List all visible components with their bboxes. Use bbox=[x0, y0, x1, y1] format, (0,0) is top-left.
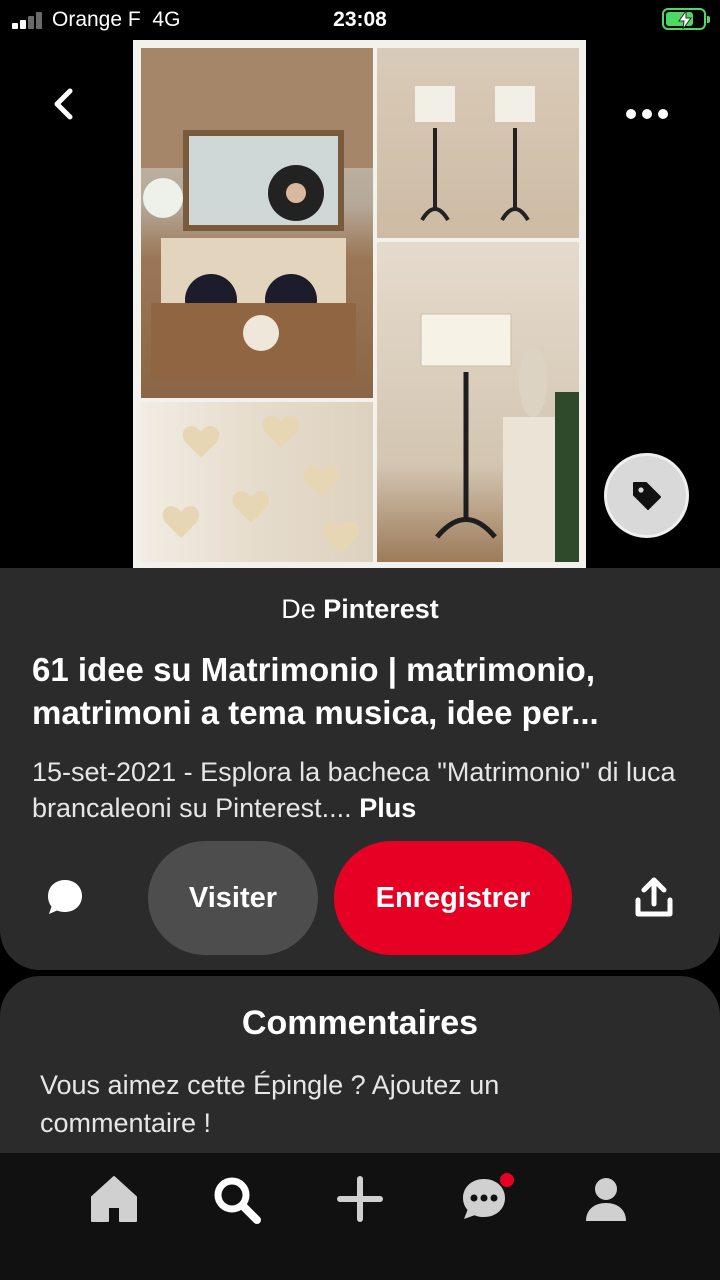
home-icon bbox=[91, 1176, 137, 1222]
back-button[interactable] bbox=[44, 85, 84, 125]
add-comment-prompt[interactable]: Vous aimez cette Épingle ? Ajoutez un co… bbox=[40, 1066, 600, 1142]
nav-search[interactable] bbox=[208, 1171, 264, 1227]
notification-dot bbox=[500, 1173, 514, 1187]
bottom-navigation bbox=[0, 1153, 720, 1280]
plus-icon bbox=[337, 1176, 383, 1222]
status-bar: Orange F 4G 23:08 bbox=[0, 0, 720, 40]
visit-button[interactable]: Visiter bbox=[148, 841, 318, 955]
nav-profile[interactable] bbox=[578, 1171, 634, 1227]
photo-record-box bbox=[141, 48, 373, 398]
source-name[interactable]: Pinterest bbox=[323, 594, 439, 624]
pin-source: De Pinterest bbox=[0, 594, 720, 625]
more-link[interactable]: Plus bbox=[359, 793, 416, 823]
pin-hero bbox=[0, 40, 720, 570]
more-options-button[interactable] bbox=[626, 102, 668, 126]
share-button[interactable] bbox=[632, 876, 676, 920]
save-button[interactable]: Enregistrer bbox=[334, 841, 572, 955]
share-icon bbox=[635, 877, 673, 917]
nav-home[interactable] bbox=[86, 1171, 142, 1227]
photo-music-stands-small bbox=[377, 48, 579, 238]
comment-bubble-icon bbox=[48, 880, 82, 914]
pin-description: 15-set-2021 - Esplora la bacheca "Matrim… bbox=[32, 754, 702, 826]
source-prefix: De bbox=[281, 594, 316, 624]
battery-charging-icon bbox=[662, 8, 710, 30]
nav-messages[interactable] bbox=[456, 1171, 514, 1227]
pin-image[interactable] bbox=[133, 40, 586, 568]
search-icon bbox=[214, 1177, 261, 1224]
profile-icon bbox=[586, 1178, 626, 1221]
chevron-left-icon bbox=[54, 88, 73, 120]
comment-button[interactable] bbox=[44, 876, 86, 918]
pin-info-card: De Pinterest 61 idee su Matrimonio | mat… bbox=[0, 568, 720, 970]
charging-bolt-icon bbox=[678, 11, 692, 29]
tag-icon bbox=[633, 482, 661, 510]
status-time: 23:08 bbox=[333, 8, 387, 31]
photo-music-stand-large bbox=[377, 242, 579, 562]
pin-description-text: 15-set-2021 - Esplora la bacheca "Matrim… bbox=[32, 757, 676, 823]
comments-title: Commentaires bbox=[241, 1004, 479, 1042]
pin-title[interactable]: 61 idee su Matrimonio | matrimonio, matr… bbox=[32, 648, 692, 734]
photo-paper-hearts bbox=[141, 402, 373, 562]
nav-create[interactable] bbox=[332, 1171, 388, 1227]
shop-tag-button[interactable] bbox=[604, 453, 689, 538]
battery-tip bbox=[707, 16, 710, 23]
comments-section: Commentaires Vous aimez cette Épingle ? … bbox=[0, 976, 720, 1156]
